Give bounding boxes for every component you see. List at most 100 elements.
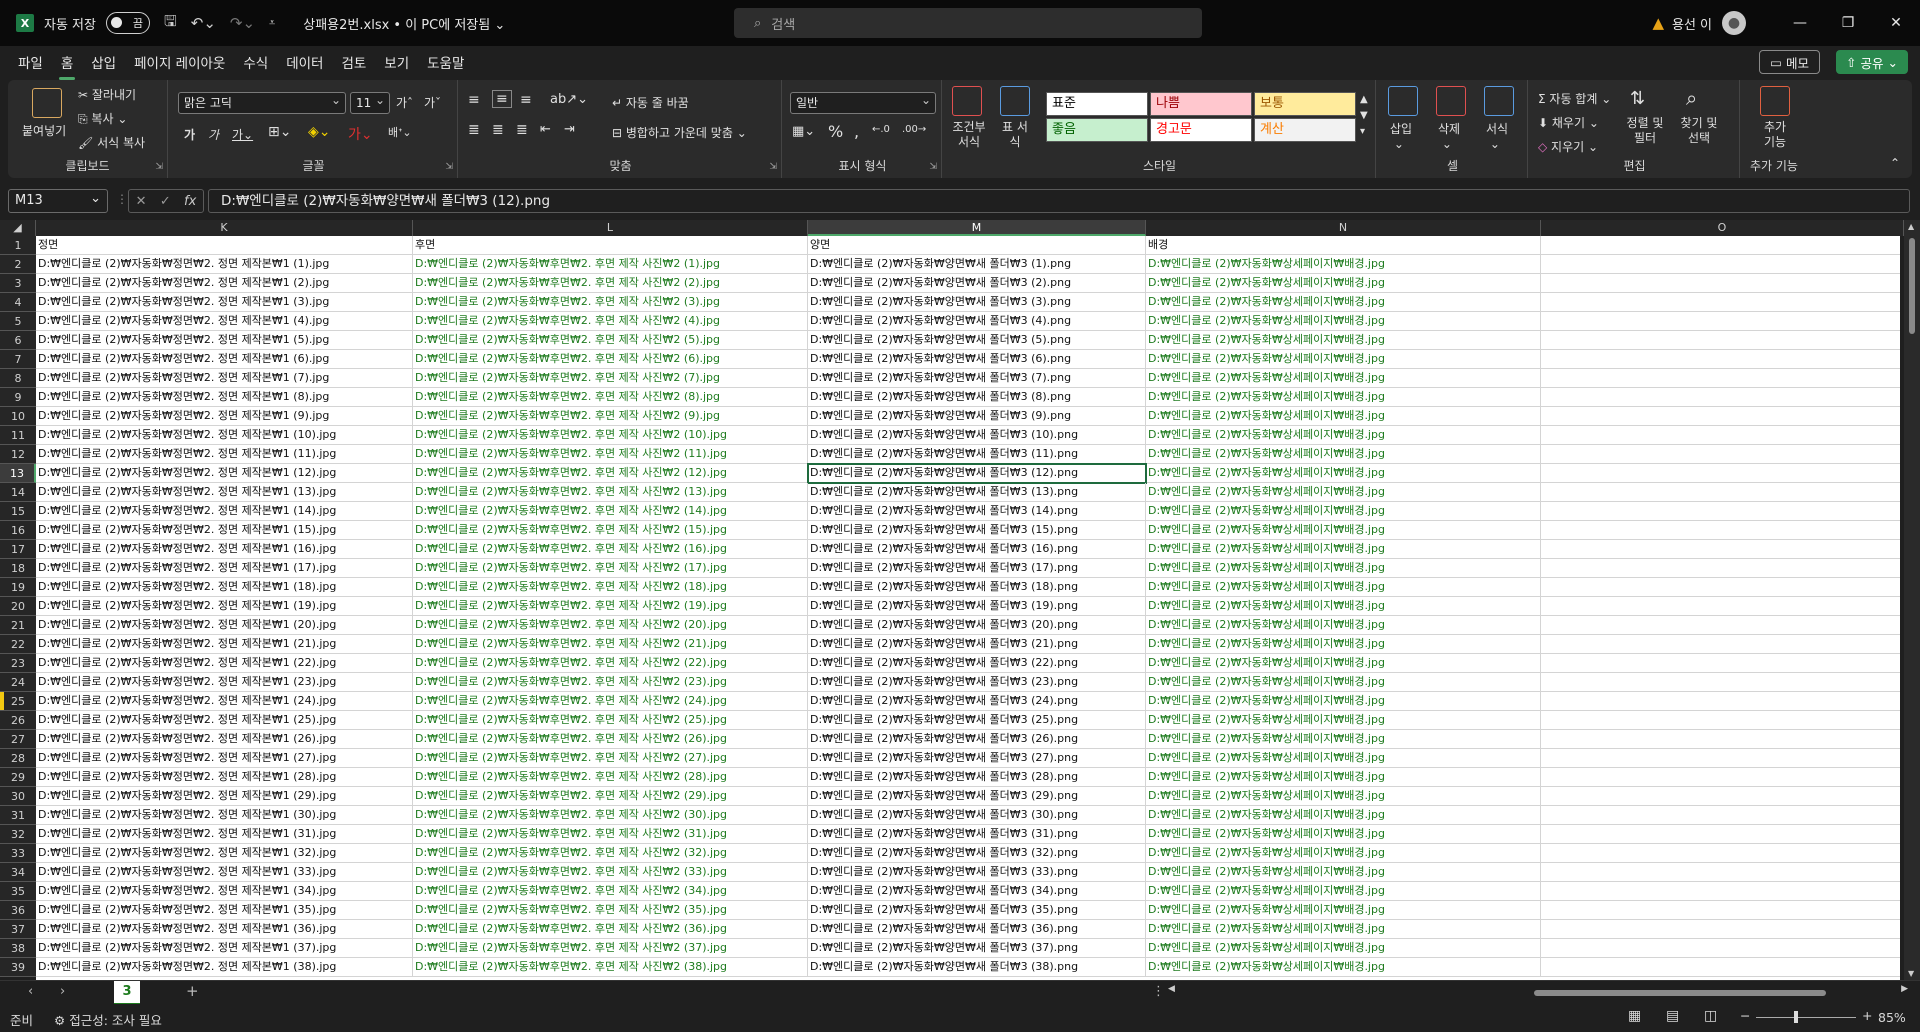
enter-icon[interactable]: ✓ bbox=[160, 194, 171, 209]
row-header[interactable]: 9 bbox=[0, 388, 36, 407]
find-select-button[interactable]: 찾기 및 선택 bbox=[1676, 116, 1722, 146]
row-header[interactable]: 37 bbox=[0, 920, 36, 939]
font-size-select[interactable]: 11 bbox=[350, 90, 390, 114]
cell-k11[interactable]: D:₩엔디클로 (2)₩자동화₩정면₩2. 정면 제작본₩1 (10).jpg bbox=[36, 426, 413, 445]
cell-k33[interactable]: D:₩엔디클로 (2)₩자동화₩정면₩2. 정면 제작본₩1 (32).jpg bbox=[36, 844, 413, 863]
cell-m8[interactable]: D:₩엔디클로 (2)₩자동화₩양면₩새 폴더₩3 (7).png bbox=[808, 369, 1146, 388]
cell-o36[interactable] bbox=[1541, 901, 1900, 920]
close-icon[interactable]: ✕ bbox=[1872, 15, 1920, 31]
cell-k9[interactable]: D:₩엔디클로 (2)₩자동화₩정면₩2. 정면 제작본₩1 (8).jpg bbox=[36, 388, 413, 407]
cell-n35[interactable]: D:₩엔디클로 (2)₩자동화₩상세페이지₩배경.jpg bbox=[1146, 882, 1541, 901]
row-header[interactable]: 20 bbox=[0, 597, 36, 616]
cell-n34[interactable]: D:₩엔디클로 (2)₩자동화₩상세페이지₩배경.jpg bbox=[1146, 863, 1541, 882]
insert-cells-icon[interactable] bbox=[1388, 86, 1418, 116]
cell-n17[interactable]: D:₩엔디클로 (2)₩자동화₩상세페이지₩배경.jpg bbox=[1146, 540, 1541, 559]
search-box[interactable]: ⌕ 검색 bbox=[734, 8, 1202, 38]
cell-m23[interactable]: D:₩엔디클로 (2)₩자동화₩양면₩새 폴더₩3 (22).png bbox=[808, 654, 1146, 673]
user-name[interactable]: 용선 이 bbox=[1672, 14, 1712, 33]
cell-k34[interactable]: D:₩엔디클로 (2)₩자동화₩정면₩2. 정면 제작본₩1 (33).jpg bbox=[36, 863, 413, 882]
collapse-ribbon-icon[interactable]: ⌃ bbox=[1890, 156, 1900, 170]
undo-icon[interactable]: ↶⌄ bbox=[191, 14, 216, 32]
cell-o9[interactable] bbox=[1541, 388, 1900, 407]
cell-k36[interactable]: D:₩엔디클로 (2)₩자동화₩정면₩2. 정면 제작본₩1 (35).jpg bbox=[36, 901, 413, 920]
cell-n28[interactable]: D:₩엔디클로 (2)₩자동화₩상세페이지₩배경.jpg bbox=[1146, 749, 1541, 768]
decrease-indent-icon[interactable]: ⇤ bbox=[540, 122, 551, 137]
cell-l24[interactable]: D:₩엔디클로 (2)₩자동화₩후면₩2. 후면 제작 사진₩2 (23).jp… bbox=[413, 673, 808, 692]
next-sheet-icon[interactable]: › bbox=[60, 984, 65, 999]
cell-o24[interactable] bbox=[1541, 673, 1900, 692]
scroll-right-icon[interactable]: ▶ bbox=[1901, 984, 1908, 994]
font-grow-icon[interactable]: 가ˆ bbox=[396, 94, 413, 111]
cell-m22[interactable]: D:₩엔디클로 (2)₩자동화₩양면₩새 폴더₩3 (21).png bbox=[808, 635, 1146, 654]
cell-l39[interactable]: D:₩엔디클로 (2)₩자동화₩후면₩2. 후면 제작 사진₩2 (38).jp… bbox=[413, 958, 808, 977]
cell-o6[interactable] bbox=[1541, 331, 1900, 350]
dialog-launcher-icon[interactable]: ⇲ bbox=[445, 162, 453, 172]
cell-l2[interactable]: D:₩엔디클로 (2)₩자동화₩후면₩2. 후면 제작 사진₩2 (1).jpg bbox=[413, 255, 808, 274]
format-cells-icon[interactable] bbox=[1484, 86, 1514, 116]
decrease-decimal-icon[interactable]: .00→ bbox=[902, 124, 926, 135]
cell-k18[interactable]: D:₩엔디클로 (2)₩자동화₩정면₩2. 정면 제작본₩1 (17).jpg bbox=[36, 559, 413, 578]
cell-o1[interactable] bbox=[1541, 236, 1900, 255]
cell-l20[interactable]: D:₩엔디클로 (2)₩자동화₩후면₩2. 후면 제작 사진₩2 (19).jp… bbox=[413, 597, 808, 616]
cell-l8[interactable]: D:₩엔디클로 (2)₩자동화₩후면₩2. 후면 제작 사진₩2 (7).jpg bbox=[413, 369, 808, 388]
vertical-scroll-thumb[interactable] bbox=[1909, 238, 1915, 334]
cell-n27[interactable]: D:₩엔디클로 (2)₩자동화₩상세페이지₩배경.jpg bbox=[1146, 730, 1541, 749]
row-header[interactable]: 24 bbox=[0, 673, 36, 692]
cell-k16[interactable]: D:₩엔디클로 (2)₩자동화₩정면₩2. 정면 제작본₩1 (15).jpg bbox=[36, 521, 413, 540]
cell-k4[interactable]: D:₩엔디클로 (2)₩자동화₩정면₩2. 정면 제작본₩1 (3).jpg bbox=[36, 293, 413, 312]
row-header[interactable]: 11 bbox=[0, 426, 36, 445]
cell-n16[interactable]: D:₩엔디클로 (2)₩자동화₩상세페이지₩배경.jpg bbox=[1146, 521, 1541, 540]
cell-l23[interactable]: D:₩엔디클로 (2)₩자동화₩후면₩2. 후면 제작 사진₩2 (22).jp… bbox=[413, 654, 808, 673]
percent-icon[interactable]: % bbox=[828, 122, 843, 141]
horizontal-scrollbar[interactable]: ◀ ▶ bbox=[1168, 984, 1908, 999]
phonetic-icon[interactable]: 배ᐩ⌄ bbox=[388, 124, 412, 140]
cell-o29[interactable] bbox=[1541, 768, 1900, 787]
cell-k15[interactable]: D:₩엔디클로 (2)₩자동화₩정면₩2. 정면 제작본₩1 (14).jpg bbox=[36, 502, 413, 521]
row-header[interactable]: 18 bbox=[0, 559, 36, 578]
cell-m32[interactable]: D:₩엔디클로 (2)₩자동화₩양면₩새 폴더₩3 (31).png bbox=[808, 825, 1146, 844]
cell-o38[interactable] bbox=[1541, 939, 1900, 958]
cell-m19[interactable]: D:₩엔디클로 (2)₩자동화₩양면₩새 폴더₩3 (18).png bbox=[808, 578, 1146, 597]
cell-n33[interactable]: D:₩엔디클로 (2)₩자동화₩상세페이지₩배경.jpg bbox=[1146, 844, 1541, 863]
scroll-up-icon[interactable]: ▲ bbox=[1908, 222, 1914, 231]
cell-m18[interactable]: D:₩엔디클로 (2)₩자동화₩양면₩새 폴더₩3 (17).png bbox=[808, 559, 1146, 578]
cell-n7[interactable]: D:₩엔디클로 (2)₩자동화₩상세페이지₩배경.jpg bbox=[1146, 350, 1541, 369]
row-header[interactable]: 10 bbox=[0, 407, 36, 426]
cell-k38[interactable]: D:₩엔디클로 (2)₩자동화₩정면₩2. 정면 제작본₩1 (37).jpg bbox=[36, 939, 413, 958]
cell-n26[interactable]: D:₩엔디클로 (2)₩자동화₩상세페이지₩배경.jpg bbox=[1146, 711, 1541, 730]
customize-qat-icon[interactable]: ⩡ bbox=[269, 16, 275, 30]
cell-o27[interactable] bbox=[1541, 730, 1900, 749]
align-left-icon[interactable]: ≣ bbox=[468, 122, 480, 138]
column-header-n[interactable]: N bbox=[1146, 220, 1541, 236]
format-painter-button[interactable]: 🖌 서식 복사 bbox=[78, 134, 145, 151]
cell-l25[interactable]: D:₩엔디클로 (2)₩자동화₩후면₩2. 후면 제작 사진₩2 (24).jp… bbox=[413, 692, 808, 711]
style-neutral[interactable]: 보통 bbox=[1254, 92, 1356, 116]
cell-n25[interactable]: D:₩엔디클로 (2)₩자동화₩상세페이지₩배경.jpg bbox=[1146, 692, 1541, 711]
cell-n3[interactable]: D:₩엔디클로 (2)₩자동화₩상세페이지₩배경.jpg bbox=[1146, 274, 1541, 293]
cell-n13[interactable]: D:₩엔디클로 (2)₩자동화₩상세페이지₩배경.jpg bbox=[1146, 464, 1541, 483]
row-header[interactable]: 31 bbox=[0, 806, 36, 825]
cell-n31[interactable]: D:₩엔디클로 (2)₩자동화₩상세페이지₩배경.jpg bbox=[1146, 806, 1541, 825]
cell-l11[interactable]: D:₩엔디클로 (2)₩자동화₩후면₩2. 후면 제작 사진₩2 (10).jp… bbox=[413, 426, 808, 445]
cell-o30[interactable] bbox=[1541, 787, 1900, 806]
cell-l36[interactable]: D:₩엔디클로 (2)₩자동화₩후면₩2. 후면 제작 사진₩2 (35).jp… bbox=[413, 901, 808, 920]
style-good[interactable]: 좋음 bbox=[1046, 118, 1148, 142]
tab-view[interactable]: 보기 bbox=[384, 52, 409, 72]
border-icon[interactable]: ⊞⌄ bbox=[268, 124, 291, 140]
cell-n19[interactable]: D:₩엔디클로 (2)₩자동화₩상세페이지₩배경.jpg bbox=[1146, 578, 1541, 597]
cell-o26[interactable] bbox=[1541, 711, 1900, 730]
style-bad[interactable]: 나쁨 bbox=[1150, 92, 1252, 116]
cell-n11[interactable]: D:₩엔디클로 (2)₩자동화₩상세페이지₩배경.jpg bbox=[1146, 426, 1541, 445]
dialog-launcher-icon[interactable]: ⇲ bbox=[155, 162, 163, 172]
zoom-slider[interactable] bbox=[1756, 1017, 1856, 1018]
cut-button[interactable]: ✂ 잘라내기 bbox=[78, 86, 136, 103]
row-header[interactable]: 2 bbox=[0, 255, 36, 274]
cell-n23[interactable]: D:₩엔디클로 (2)₩자동화₩상세페이지₩배경.jpg bbox=[1146, 654, 1541, 673]
cell-m24[interactable]: D:₩엔디클로 (2)₩자동화₩양면₩새 폴더₩3 (23).png bbox=[808, 673, 1146, 692]
cell-k22[interactable]: D:₩엔디클로 (2)₩자동화₩정면₩2. 정면 제작본₩1 (21).jpg bbox=[36, 635, 413, 654]
zoom-level[interactable]: 85% bbox=[1878, 1010, 1906, 1025]
cell-m14[interactable]: D:₩엔디클로 (2)₩자동화₩양면₩새 폴더₩3 (13).png bbox=[808, 483, 1146, 502]
cell-l27[interactable]: D:₩엔디클로 (2)₩자동화₩후면₩2. 후면 제작 사진₩2 (26).jp… bbox=[413, 730, 808, 749]
cell-l3[interactable]: D:₩엔디클로 (2)₩자동화₩후면₩2. 후면 제작 사진₩2 (2).jpg bbox=[413, 274, 808, 293]
cell-o7[interactable] bbox=[1541, 350, 1900, 369]
